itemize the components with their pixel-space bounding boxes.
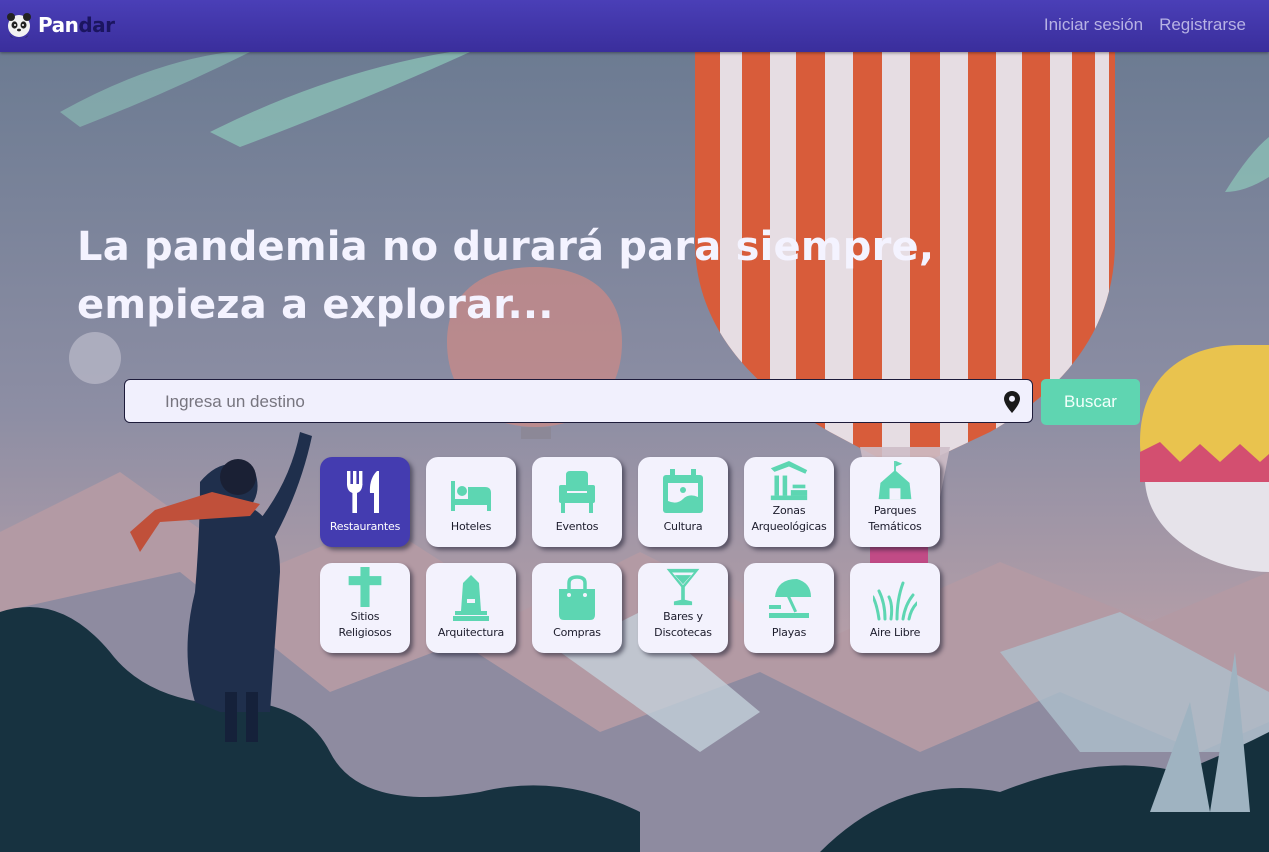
category-cultura[interactable]: Cultura (638, 457, 728, 547)
panda-logo-icon (7, 13, 31, 39)
register-link[interactable]: Registrarse (1159, 15, 1246, 35)
top-navbar: Pandar Iniciar sesión Registrarse (0, 0, 1269, 52)
armchair-icon (559, 471, 595, 513)
category-label: Compras (553, 626, 601, 639)
ruins-icon (770, 461, 808, 501)
beach-umbrella-icon (769, 579, 811, 618)
category-parques-tematicos[interactable]: Parques Temáticos (850, 457, 940, 547)
category-label: Arquitectura (437, 626, 505, 639)
grass-icon (873, 581, 917, 621)
hero-title: La pandemia no durará para siempre, empi… (77, 224, 935, 328)
calendar-palette-icon (663, 469, 703, 513)
destination-search-input[interactable] (163, 380, 987, 424)
tent-icon (878, 461, 912, 500)
category-zonas-arqueologicas[interactable]: Zonas Arqueológicas (744, 457, 834, 547)
monument-icon (453, 575, 489, 621)
category-label: Parques Temáticos (868, 504, 922, 533)
cocktail-icon (666, 568, 700, 606)
category-bares-discotecas[interactable]: Bares y Discotecas (638, 563, 728, 653)
brand-name: Pandar (38, 13, 115, 37)
brand[interactable]: Pandar (6, 10, 115, 40)
category-grid: Restaurantes Hoteles Eventos Cultura Zon… (320, 457, 942, 653)
login-link[interactable]: Iniciar sesión (1044, 15, 1143, 35)
category-label: Playas (771, 626, 807, 639)
brand-name-part1: Pan (38, 13, 79, 37)
nav-links: Iniciar sesión Registrarse (1044, 15, 1246, 35)
bed-icon (451, 481, 491, 511)
search-button[interactable]: Buscar (1041, 379, 1140, 425)
category-label: Restaurantes (329, 520, 401, 533)
category-label: Aire Libre (869, 626, 921, 639)
cross-icon (348, 567, 382, 607)
hero-background-illustration (0, 52, 1269, 852)
category-aire-libre[interactable]: Aire Libre (850, 563, 940, 653)
shopping-bag-icon (559, 575, 595, 620)
category-playas[interactable]: Playas (744, 563, 834, 653)
category-sitios-religiosos[interactable]: Sitios Religiosos (320, 563, 410, 653)
fork-knife-icon (347, 471, 379, 513)
category-label: Sitios Religiosos (338, 610, 392, 639)
brand-name-part2: dar (78, 13, 115, 37)
category-label: Cultura (663, 520, 703, 533)
category-eventos[interactable]: Eventos (532, 457, 622, 547)
category-restaurantes[interactable]: Restaurantes (320, 457, 410, 547)
category-compras[interactable]: Compras (532, 563, 622, 653)
category-label: Hoteles (450, 520, 492, 533)
category-arquitectura[interactable]: Arquitectura (426, 563, 516, 653)
map-pin-icon[interactable] (1004, 391, 1020, 413)
category-hoteles[interactable]: Hoteles (426, 457, 516, 547)
category-label: Zonas Arqueológicas (751, 504, 827, 533)
category-label: Eventos (555, 520, 599, 533)
search-bar (124, 379, 1033, 424)
category-label: Bares y Discotecas (654, 610, 712, 639)
